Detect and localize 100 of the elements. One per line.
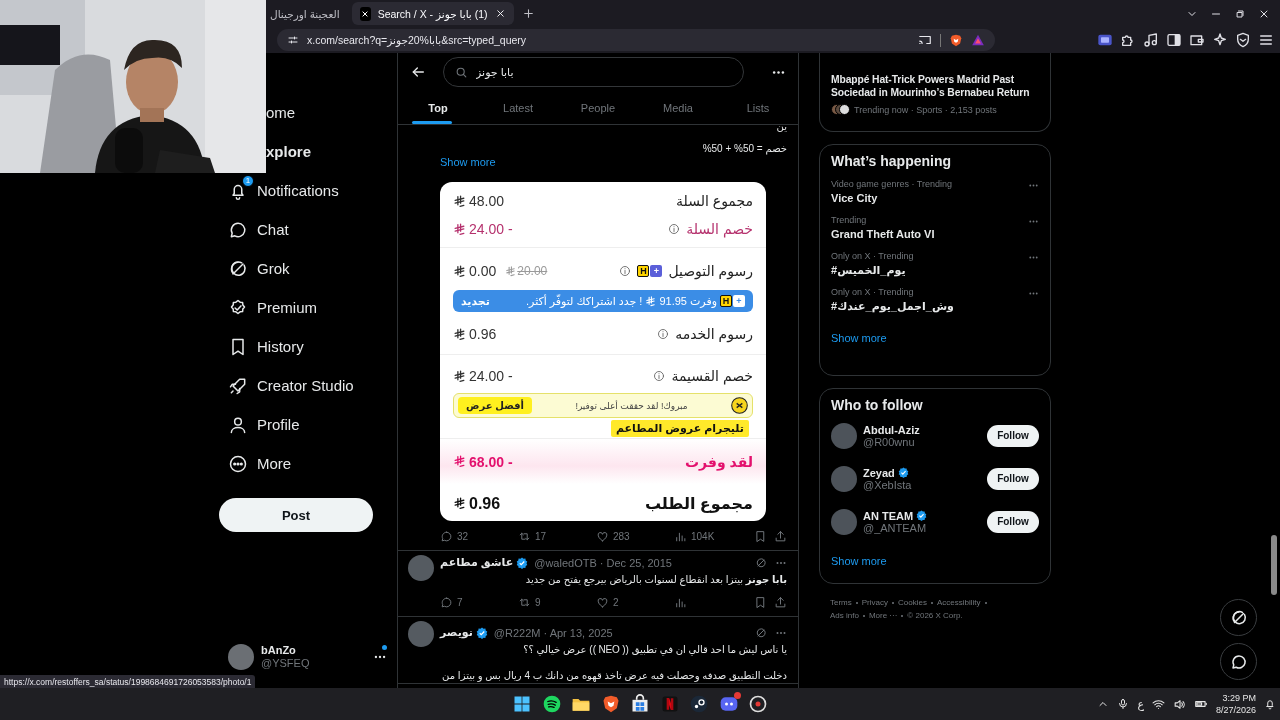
avatar[interactable] [831,422,857,449]
footer-link[interactable]: Terms [830,598,852,607]
nav-item[interactable]: Premium [219,288,327,327]
restore-icon[interactable] [1234,7,1246,20]
avatar[interactable] [408,555,434,581]
footer-link[interactable]: Cookies [898,598,927,607]
receipt-amount: 0.96 [469,326,497,342]
riyal-icon [453,222,466,236]
repost-button[interactable]: 9 [518,596,596,609]
receipt-amount: 0.00 [469,263,497,279]
show-more-link[interactable]: Show more [440,156,787,169]
footer-link[interactable]: Privacy [861,598,888,607]
follow-button[interactable]: Follow [987,424,1039,447]
wallet-icon[interactable] [1189,32,1205,48]
extension-icon[interactable] [1097,32,1113,48]
slashed-circle-icon[interactable] [755,626,767,639]
nav-item[interactable]: History [219,327,314,366]
post-button[interactable]: Post [219,498,373,532]
browser-tab[interactable]: (1) بابا جونز - Search / X [351,2,514,25]
circle-app-icon[interactable] [748,694,768,714]
footer-link[interactable]: Ads info [830,611,859,620]
puzzle-icon[interactable] [1120,32,1136,48]
like-button[interactable]: 283 [596,530,674,543]
search-icon [455,65,468,79]
nav-item[interactable]: Grok [219,249,300,288]
music-app-icon[interactable] [541,694,562,714]
repost-button[interactable]: 17 [518,530,596,543]
windows-logo-icon[interactable] [512,694,532,714]
avatar[interactable] [831,508,857,535]
views-button[interactable]: 104K [674,530,752,543]
trend-name[interactable]: #وش_اجمل_يوم_عندك [831,298,1028,314]
share-icon[interactable] [774,596,787,609]
user-name[interactable]: Zeyad [863,466,895,479]
trend-name[interactable]: #يوم_الخميس [831,262,1028,278]
avatar[interactable] [228,643,254,670]
lion-shield-icon[interactable] [949,32,963,48]
like-button[interactable]: 2 [596,596,674,609]
nav-item[interactable]: Chat [219,210,299,249]
cast-icon[interactable] [918,33,932,47]
language-indicator[interactable]: ع [1137,697,1144,711]
search-tab[interactable]: People [558,91,638,124]
show-more-link[interactable]: Show more [831,332,1039,344]
share-icon[interactable] [774,530,787,543]
post-text: خصم = 50% + 50% [701,142,787,156]
scrollbar-thumb[interactable] [1271,535,1277,595]
reply-button[interactable]: 32 [440,530,518,543]
store-icon[interactable] [630,694,650,714]
slashed-circle-icon[interactable] [755,556,767,569]
wifi-icon[interactable] [1151,697,1165,711]
grok-button[interactable] [1220,599,1257,636]
nav-item[interactable]: 1 Notifications [219,171,349,210]
follow-button[interactable]: Follow [987,510,1039,533]
nav-item[interactable]: ome [266,93,306,132]
chat-app-icon[interactable] [718,694,739,714]
search-tab[interactable]: Top [398,91,478,124]
clock[interactable]: 3:29 PM 8/27/2026 [1215,692,1256,716]
reply-button[interactable]: 7 [440,596,518,609]
avatar[interactable] [831,465,857,492]
speech-bubble-icon [1229,652,1248,671]
search-tab[interactable]: Latest [478,91,558,124]
new-tab-icon[interactable] [521,7,535,20]
footer-link[interactable]: Accessibility [936,598,981,607]
bookmark-icon[interactable] [754,596,767,609]
nav-item[interactable]: Profile [219,405,310,444]
sparkle-icon[interactable] [1212,32,1228,48]
author-name[interactable]: عاشق مطاعم [440,556,514,569]
bookmark-icon[interactable] [754,530,767,543]
heart-icon [596,530,609,543]
sidebar-icon[interactable] [1166,32,1182,48]
speaker-icon[interactable] [1172,697,1186,711]
search-tab[interactable]: Media [638,91,718,124]
back-icon[interactable] [410,64,426,80]
browser-tab[interactable]: العجينة اورجينال [262,2,348,25]
user-name[interactable]: AN TEAM [863,509,914,522]
user-name[interactable]: Abdul-Aziz [863,423,920,436]
avatar[interactable] [408,621,434,647]
author-name[interactable]: نويصر [440,626,473,639]
messages-button[interactable] [1220,643,1257,680]
show-more-link[interactable]: Show more [831,555,1039,567]
trend-name[interactable]: Grand Theft Auto VI [831,226,1028,242]
footer-link[interactable]: More ··· [868,611,898,620]
triangle-icon[interactable] [971,33,985,47]
address-bar[interactable]: x.com/search?q=بابا%20جونز&src=typed_query [277,29,995,51]
shield-icon[interactable] [1235,32,1251,48]
microphone-icon[interactable] [1117,698,1130,710]
music-icon[interactable] [1143,32,1159,48]
close-icon[interactable] [494,8,506,19]
nav-item[interactable]: xplore [266,132,321,171]
trend-name[interactable]: Vice City [831,190,1028,206]
bell-icon[interactable] [1264,698,1276,710]
nav-item[interactable]: Creator Studio [219,366,364,405]
trending-card[interactable]: Mbappé Hat-Trick Powers Madrid Past Sociedad in Mourinho’s Bernabeu Return Trending now · Sports · 2,153 posts [819,53,1051,132]
follow-button[interactable]: Follow [987,467,1039,490]
user-handle: @R00wnu [863,435,916,448]
steam-icon[interactable] [689,694,709,714]
nav-item[interactable]: More [219,444,302,483]
receipt-screenshot[interactable] [440,182,766,521]
search-field[interactable]: بابا جونز [443,57,744,87]
menu-icon[interactable] [1258,32,1274,48]
trend-headline[interactable]: Mbappé Hat-Trick Powers Madrid Past Sociedad in Mourinho’s Bernabeu Return [831,73,1039,99]
